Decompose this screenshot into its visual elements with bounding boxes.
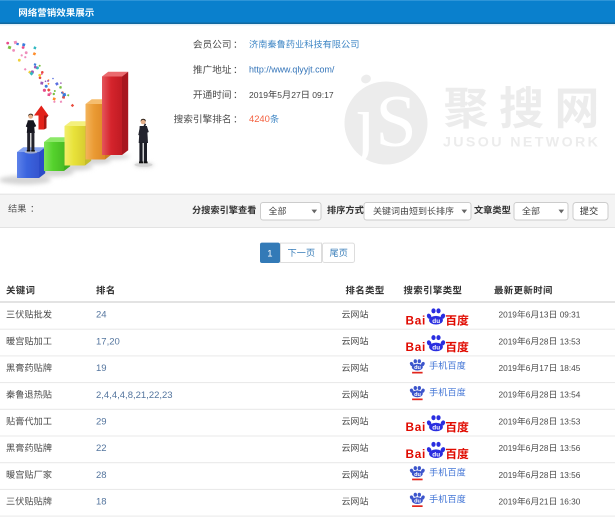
svg-text:13:56: 13:56 (560, 471, 581, 480)
svg-text:28: 28 (539, 337, 549, 346)
svg-text:28: 28 (539, 444, 549, 453)
svg-text:http://www.qlyyjt.com/: http://www.qlyyjt.com/ (249, 64, 335, 74)
svg-text:6: 6 (526, 417, 531, 426)
svg-text:19: 19 (96, 363, 107, 374)
svg-text:13:54: 13:54 (560, 391, 581, 400)
svg-text:JUSOU NETWORK: JUSOU NETWORK (443, 135, 600, 151)
svg-text:Bai: Bai (406, 340, 426, 354)
svg-text:28: 28 (539, 417, 549, 426)
svg-text:6: 6 (526, 337, 531, 346)
svg-text:2,4,4,4,8,21,22,23: 2,4,4,4,8,21,22,23 (96, 390, 173, 401)
svg-text:1: 1 (267, 249, 272, 260)
svg-text:6: 6 (526, 471, 531, 480)
svg-text:du: du (414, 499, 421, 505)
svg-text:du: du (414, 365, 421, 371)
svg-text:2019: 2019 (499, 311, 518, 320)
svg-text:6: 6 (526, 498, 531, 507)
svg-text:13: 13 (539, 311, 549, 320)
svg-text:Bai: Bai (406, 447, 426, 461)
svg-text:13:53: 13:53 (560, 417, 581, 426)
svg-text:du: du (432, 345, 440, 352)
svg-text:17: 17 (539, 364, 549, 373)
svg-text:27: 27 (291, 90, 301, 100)
svg-text:2019: 2019 (499, 498, 518, 507)
svg-text:du: du (414, 392, 421, 398)
svg-text:16:30: 16:30 (560, 498, 581, 507)
svg-text:28: 28 (539, 391, 549, 400)
svg-text:6: 6 (526, 444, 531, 453)
svg-text:2019: 2019 (249, 90, 268, 100)
svg-text:du: du (432, 451, 440, 458)
svg-text:2019: 2019 (499, 471, 518, 480)
svg-text:21: 21 (539, 498, 549, 507)
svg-text:18:45: 18:45 (560, 364, 581, 373)
svg-text:6: 6 (526, 391, 531, 400)
svg-text:2019: 2019 (499, 391, 518, 400)
svg-text:5: 5 (277, 90, 282, 100)
svg-text:17,20: 17,20 (96, 336, 120, 347)
svg-text:13:53: 13:53 (560, 337, 581, 346)
svg-text:2019: 2019 (499, 417, 518, 426)
svg-text:Bai: Bai (406, 313, 426, 327)
svg-text:2019: 2019 (499, 364, 518, 373)
svg-text:du: du (432, 318, 440, 325)
svg-text:Bai: Bai (406, 420, 426, 434)
svg-text:2019: 2019 (499, 444, 518, 453)
svg-text:09:31: 09:31 (560, 311, 581, 320)
svg-text:du: du (414, 472, 421, 478)
svg-text:09:17: 09:17 (312, 90, 334, 100)
svg-text:28: 28 (539, 471, 549, 480)
svg-text:ȷS: ȷS (352, 81, 417, 163)
svg-text:4240: 4240 (249, 113, 270, 124)
svg-text:29: 29 (96, 417, 107, 428)
svg-text:18: 18 (96, 497, 107, 508)
svg-text:24: 24 (96, 310, 107, 321)
svg-text:6: 6 (526, 364, 531, 373)
svg-text:22: 22 (96, 443, 107, 454)
svg-text:du: du (432, 425, 440, 432)
svg-text:13:56: 13:56 (560, 444, 581, 453)
svg-text:2019: 2019 (499, 337, 518, 346)
svg-text:28: 28 (96, 470, 107, 481)
svg-text:6: 6 (526, 311, 531, 320)
